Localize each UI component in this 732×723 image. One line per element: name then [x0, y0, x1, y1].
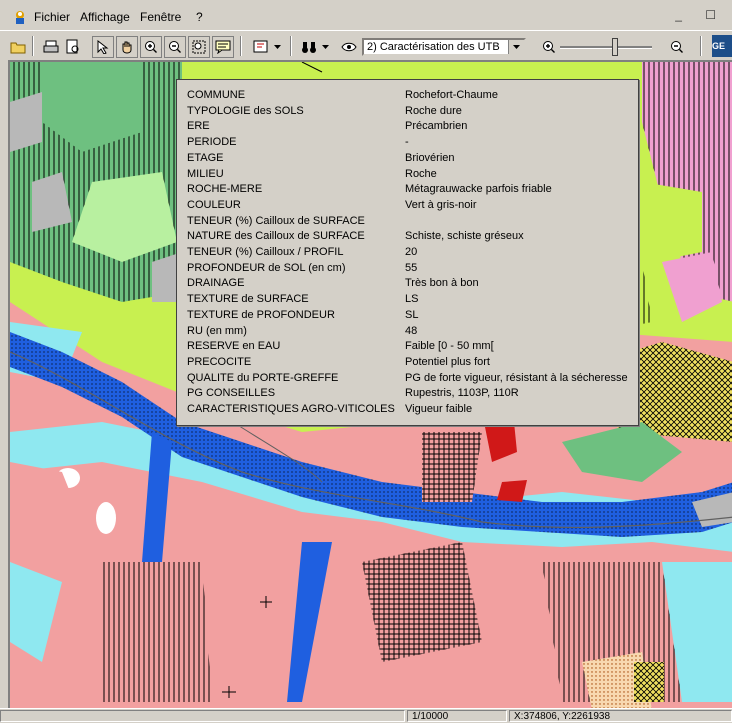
- logo-text: GE: [712, 41, 726, 51]
- identify-icon[interactable]: [250, 36, 272, 58]
- menu-bar: Fichier Affichage Fenêtre ? _ ☐: [0, 0, 732, 30]
- menu-help[interactable]: ?: [196, 10, 203, 24]
- popup-row-label: NATURE des Cailloux de SURFACE: [187, 230, 365, 243]
- popup-row: QUALITE du PORTE-GREFFE PG de forte vigue…: [187, 371, 628, 387]
- zoom-window-icon[interactable]: [188, 36, 210, 58]
- popup-row: TENEUR (%) Cailloux / PROFIL 20: [187, 245, 417, 261]
- popup-row: ERE Précambrien: [187, 119, 467, 135]
- zoom-out-icon[interactable]: [666, 36, 688, 58]
- popup-row-value: Potentiel plus fort: [405, 355, 490, 368]
- popup-row-label: ROCHE-MERE: [187, 183, 263, 196]
- popup-row-label: ERE: [187, 120, 210, 133]
- popup-row-label: RU (en mm): [187, 324, 247, 337]
- binoculars-icon[interactable]: [298, 36, 320, 58]
- popup-row: TYPOLOGIE des SOLS Roche dure: [187, 104, 462, 120]
- zoom-out-icon[interactable]: [164, 36, 186, 58]
- popup-row: RESERVE en EAU Faible [0 - 50 mm[: [187, 339, 494, 355]
- info-popup: COMMUNE Rochefort-Chaume TYPOLOGIE des SO…: [176, 79, 639, 426]
- print-icon[interactable]: [40, 36, 62, 58]
- popup-row-value: Roche dure: [405, 104, 462, 117]
- popup-row-value: PG de forte vigueur, résistant à la séch…: [405, 371, 628, 384]
- popup-row: COMMUNE Rochefort-Chaume: [187, 88, 498, 104]
- popup-row-label: COULEUR: [187, 198, 241, 211]
- popup-row-value: Briovérien: [405, 151, 455, 164]
- popup-row-label: PROFONDEUR de SOL (en cm): [187, 261, 346, 274]
- zoom-slider-thumb[interactable]: [612, 38, 618, 56]
- popup-row-label: TENEUR (%) Cailloux / PROFIL: [187, 246, 344, 258]
- popup-row-label: COMMUNE: [187, 89, 246, 101]
- popup-row: PROFONDEUR de SOL (en cm) 55: [187, 261, 417, 277]
- popup-row-label: RESERVE en EAU: [187, 340, 281, 353]
- app-icon[interactable]: [12, 9, 28, 25]
- popup-row: COULEUR Vert à gris-noir: [187, 198, 477, 214]
- coordinates-display: X:374806, Y:2261938: [509, 710, 732, 722]
- info-bubble-icon[interactable]: [212, 36, 234, 58]
- hand-pan-icon[interactable]: [116, 36, 138, 58]
- layer-select-value: 2) Caractérisation des UTB: [367, 41, 500, 53]
- popup-row: PG CONSEILLES Rupestris, 1103P, 110R: [187, 386, 519, 402]
- popup-row-label: DRAINAGE: [187, 277, 245, 290]
- popup-row-label: ETAGE: [187, 151, 224, 164]
- popup-row: MILIEU Roche: [187, 167, 437, 183]
- popup-row-value: 48: [405, 324, 418, 337]
- popup-row-value: Rupestris, 1103P, 110R: [405, 387, 519, 400]
- popup-row: TEXTURE de SURFACE LS: [187, 292, 418, 308]
- popup-row-value: 20: [405, 246, 418, 258]
- popup-row-value: Vigueur faible: [405, 403, 473, 415]
- popup-row-label: TEXTURE de SURFACE: [187, 293, 309, 306]
- scale-display: 1/10000: [407, 710, 507, 722]
- popup-row: CARACTERISTIQUES AGRO-VITICOLES Vigueur f…: [187, 402, 472, 418]
- arrow-pointer-icon[interactable]: [92, 36, 114, 58]
- popup-row-label: TEXTURE de PROFONDEUR: [187, 308, 335, 321]
- popup-row-value: Métagrauwacke parfois friable: [405, 183, 552, 196]
- chevron-down-icon[interactable]: [508, 40, 524, 54]
- popup-row: DRAINAGE Très bon à bon: [187, 276, 479, 292]
- print-preview-icon[interactable]: [62, 36, 84, 58]
- popup-row: ETAGE Briovérien: [187, 151, 455, 167]
- popup-row-value: Rochefort-Chaume: [405, 89, 498, 101]
- popup-row: PERIODE -: [187, 135, 409, 151]
- popup-row-value: SL: [405, 308, 419, 321]
- popup-row-label: TYPOLOGIE des SOLS: [187, 104, 304, 117]
- popup-row-value: 55: [405, 261, 418, 274]
- zoom-in-icon[interactable]: [538, 36, 560, 58]
- popup-row-value: Vert à gris-noir: [405, 198, 477, 211]
- toolbar: 2) Caractérisation des UTB GE: [0, 30, 732, 61]
- menu-fenetre[interactable]: Fenêtre: [140, 10, 181, 24]
- popup-row: ROCHE-MERE Métagrauwacke parfois friable: [187, 182, 552, 198]
- popup-row-value: Précambrien: [405, 120, 468, 133]
- popup-row: TEXTURE de PROFONDEUR SL: [187, 308, 418, 324]
- popup-row-value: Roche: [405, 167, 437, 180]
- popup-row-value: Schiste, schiste gréseux: [405, 230, 524, 243]
- window-controls[interactable]: _ ☐: [675, 8, 726, 22]
- open-folder-icon[interactable]: [7, 36, 29, 58]
- popup-row-label: PRECOCITE: [187, 355, 252, 368]
- zoom-in-icon[interactable]: [140, 36, 162, 58]
- popup-row-label: QUALITE du PORTE-GREFFE: [187, 371, 339, 384]
- status-bar: 1/10000 X:374806, Y:2261938: [0, 708, 732, 723]
- layer-select[interactable]: 2) Caractérisation des UTB: [362, 38, 526, 56]
- popup-row: NATURE des Cailloux de SURFACE Schiste, s…: [187, 229, 524, 245]
- zoom-slider[interactable]: [560, 38, 652, 56]
- identify-dropdown-chevron-down-icon[interactable]: [271, 36, 283, 58]
- status-message: [0, 710, 405, 722]
- popup-row-value: Faible [0 - 50 mm[: [405, 340, 494, 353]
- popup-row-value: -: [405, 136, 409, 149]
- popup-row: PRECOCITE Potentiel plus fort: [187, 355, 490, 371]
- popup-row-label: MILIEU: [187, 167, 224, 180]
- popup-row-label: PG CONSEILLES: [187, 387, 276, 400]
- app-logo: GE: [712, 35, 732, 57]
- popup-row-value: Très bon à bon: [405, 277, 479, 290]
- menu-fichier[interactable]: Fichier: [34, 10, 70, 24]
- search-dropdown-chevron-down-icon[interactable]: [319, 36, 331, 58]
- menu-affichage[interactable]: Affichage: [80, 10, 130, 24]
- popup-row-label: CARACTERISTIQUES AGRO-VITICOLES: [187, 403, 395, 415]
- popup-row-value: LS: [405, 293, 419, 306]
- popup-row-label: PERIODE: [187, 136, 237, 149]
- popup-row: TENEUR (%) Cailloux de SURFACE: [187, 214, 405, 230]
- popup-row-label: TENEUR (%) Cailloux de SURFACE: [187, 214, 365, 227]
- popup-row: RU (en mm) 48: [187, 324, 417, 340]
- layer-eye-icon[interactable]: [338, 36, 360, 58]
